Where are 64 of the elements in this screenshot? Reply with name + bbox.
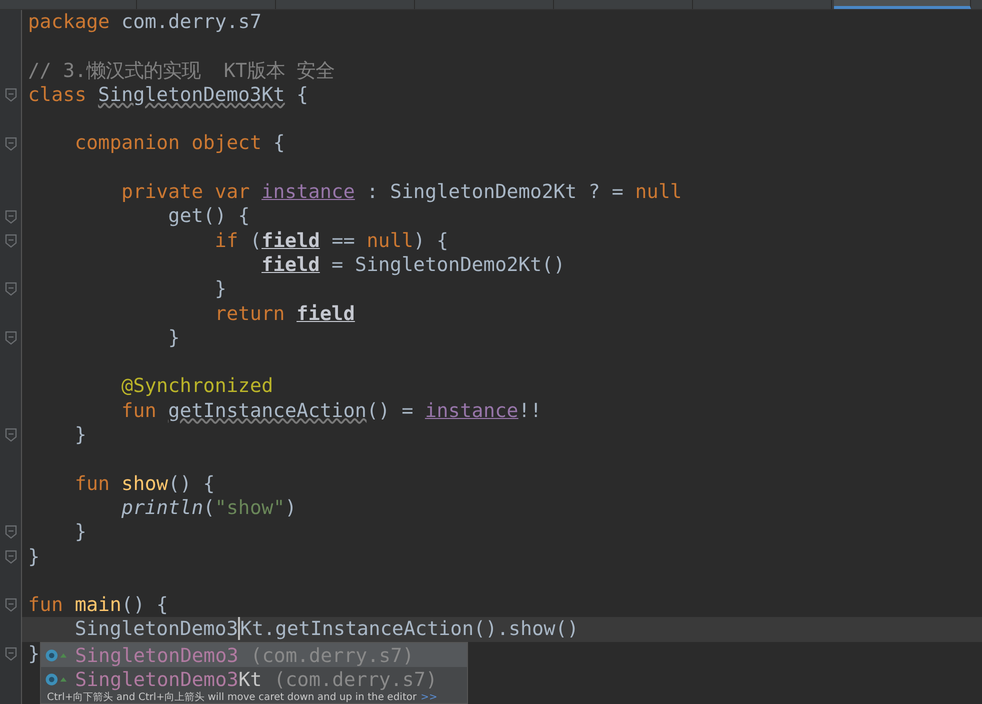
code-token: private var [121,180,251,204]
completion-item[interactable]: SingletonDemo3Kt (com.derry.s7) [41,667,467,691]
editor-tab[interactable] [834,0,971,9]
code-token: fun [28,593,64,616]
code-token: if [214,228,240,252]
fold-marker-icon[interactable] [4,331,16,345]
code-token: } [74,423,86,446]
code-token: null [635,180,682,204]
code-token: show [121,472,168,495]
code-token: get() { [168,204,250,228]
code-token: ( [250,228,262,252]
code-token: return [214,302,286,325]
code-token: fun [121,398,158,422]
code-token: SingletonDemo3Kt [98,82,285,106]
code-token: } [168,326,180,349]
code-token: ) { [413,228,448,252]
code-token: com.derry.s7 [121,10,262,33]
fold-marker-icon[interactable] [4,136,16,151]
code-token: getInstanceAction [168,398,367,422]
code-token: @Synchronized [121,374,274,398]
code-token: ( [203,496,215,519]
fold-marker-icon[interactable] [4,550,16,564]
code-token: SingletonDemo3 [74,617,238,640]
code-token: // 3.懒汉式的实现 KT版本 安全 [28,58,335,82]
code-token: class [28,82,88,106]
fold-marker-icon[interactable] [4,646,16,661]
code-token: Kt.getInstanceAction().show() [238,617,579,640]
code-token: println [121,496,204,519]
code-token: instance [424,398,518,422]
code-token: fun [74,472,111,495]
code-token: } [74,520,86,544]
code-token: instance [262,180,355,204]
code-token: field [262,228,320,252]
code-token: = SingletonDemo2Kt() [332,252,566,276]
fold-marker-icon[interactable] [4,88,16,102]
code-token: package [28,10,110,33]
code-token: !! [518,398,542,422]
fold-marker-icon[interactable] [4,210,16,224]
code-token: main [74,593,122,616]
fold-marker-icon[interactable] [4,282,16,296]
class-icon [45,672,69,686]
code-token: { [273,131,285,154]
code-token: ) [284,496,297,519]
hint-link[interactable]: >> [420,692,438,702]
code-token: () { [121,593,168,616]
code-token: : SingletonDemo2Kt ? = [366,180,624,204]
fold-marker-icon[interactable] [4,428,16,442]
code-token: } [28,544,40,568]
code-token: } [214,277,226,300]
code-token: () = [366,398,414,422]
code-token: { [296,82,308,106]
code-token: } [28,642,40,665]
code-token: "show" [214,496,285,519]
class-icon [45,648,69,662]
fold-marker-icon[interactable] [4,234,16,248]
hint-text: Ctrl+向下箭头 and Ctrl+向上箭头 will move caret down and up in the editor [47,690,417,704]
code-token: companion object [74,131,262,154]
code-token: null [366,228,414,252]
code-token: () { [168,472,215,495]
fold-marker-icon[interactable] [4,598,16,612]
code-token: == [332,228,356,252]
fold-marker-icon[interactable] [4,525,16,540]
code-token: field [296,302,355,325]
code-token: field [261,252,320,276]
